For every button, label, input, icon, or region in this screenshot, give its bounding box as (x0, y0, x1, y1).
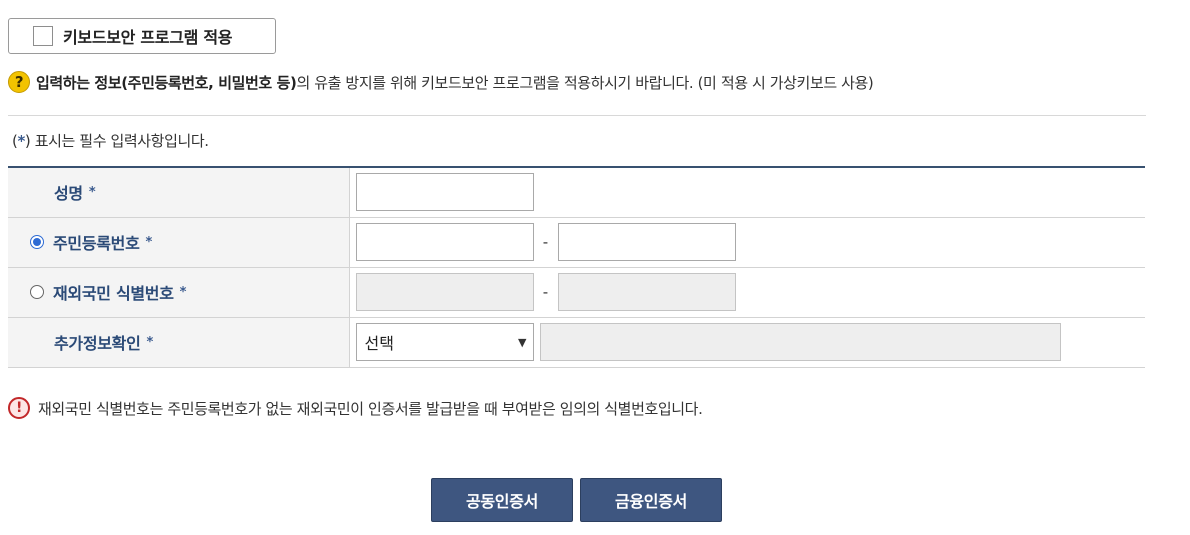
keyboard-security-toggle[interactable]: 키보드보안 프로그램 적용 (8, 18, 276, 54)
required-star-icon: * (179, 284, 187, 300)
resident-number-label: 주민등록번호 (53, 234, 140, 253)
resident-number-radio[interactable] (30, 235, 44, 249)
extra-info-label: 추가정보확인 (54, 334, 141, 353)
foreign-id-row: 재외국민 식별번호 * - (8, 267, 1145, 318)
resident-number-row: 주민등록번호 * - (8, 217, 1145, 268)
required-star-icon: * (17, 132, 25, 150)
keyboard-security-notice: ? 입력하는 정보(주민등록번호, 비밀번호 등) 의 유출 방지를 위해 키보… (8, 69, 874, 95)
keyboard-security-checkbox[interactable] (33, 26, 53, 46)
extra-info-row: 추가정보확인 * 선택 ▼ (8, 317, 1145, 368)
required-star-icon: * (146, 334, 154, 350)
notice-bold-text: 입력하는 정보(주민등록번호, 비밀번호 등) (36, 73, 297, 92)
question-icon: ? (8, 71, 30, 93)
dash-separator: - (542, 233, 549, 251)
identity-form-table: 성명 * 주민등록번호 * - 재외국민 식별번호 * - 추가정보확인 * 선… (8, 166, 1145, 368)
keyboard-security-label: 키보드보안 프로그램 적용 (63, 28, 233, 47)
divider (8, 115, 1146, 116)
foreign-id-label: 재외국민 식별번호 (53, 284, 174, 303)
name-row: 성명 * (8, 167, 1145, 218)
resident-number-front-input[interactable] (355, 223, 534, 261)
notice-text: 의 유출 방지를 위해 키보드보안 프로그램을 적용하시기 바랍니다. (미 적… (296, 73, 874, 92)
dash-separator: - (542, 283, 549, 301)
extra-info-select[interactable]: 선택 ▼ (355, 323, 534, 361)
financial-certificate-button[interactable]: 금융인증서 (580, 478, 722, 522)
foreign-id-warning: ! 재외국민 식별번호는 주민등록번호가 없는 재외국민이 인증서를 발급받을 … (8, 397, 703, 419)
dropdown-arrow-icon: ▼ (518, 335, 527, 349)
foreign-id-back-input (557, 273, 736, 311)
resident-number-back-input[interactable] (557, 223, 736, 261)
name-label: 성명 (54, 184, 83, 204)
extra-info-select-value: 선택 (364, 334, 394, 353)
joint-certificate-button[interactable]: 공동인증서 (431, 478, 573, 522)
required-note: (*) 표시는 필수 입력사항입니다. (12, 132, 209, 150)
foreign-id-radio[interactable] (30, 285, 44, 299)
exclamation-icon: ! (8, 397, 30, 419)
required-star-icon: * (88, 184, 96, 200)
name-input[interactable] (355, 173, 534, 212)
foreign-id-front-input (355, 273, 534, 311)
warning-text: 재외국민 식별번호는 주민등록번호가 없는 재외국민이 인증서를 발급받을 때 … (38, 399, 703, 418)
extra-info-input (539, 323, 1061, 361)
required-star-icon: * (145, 234, 153, 250)
